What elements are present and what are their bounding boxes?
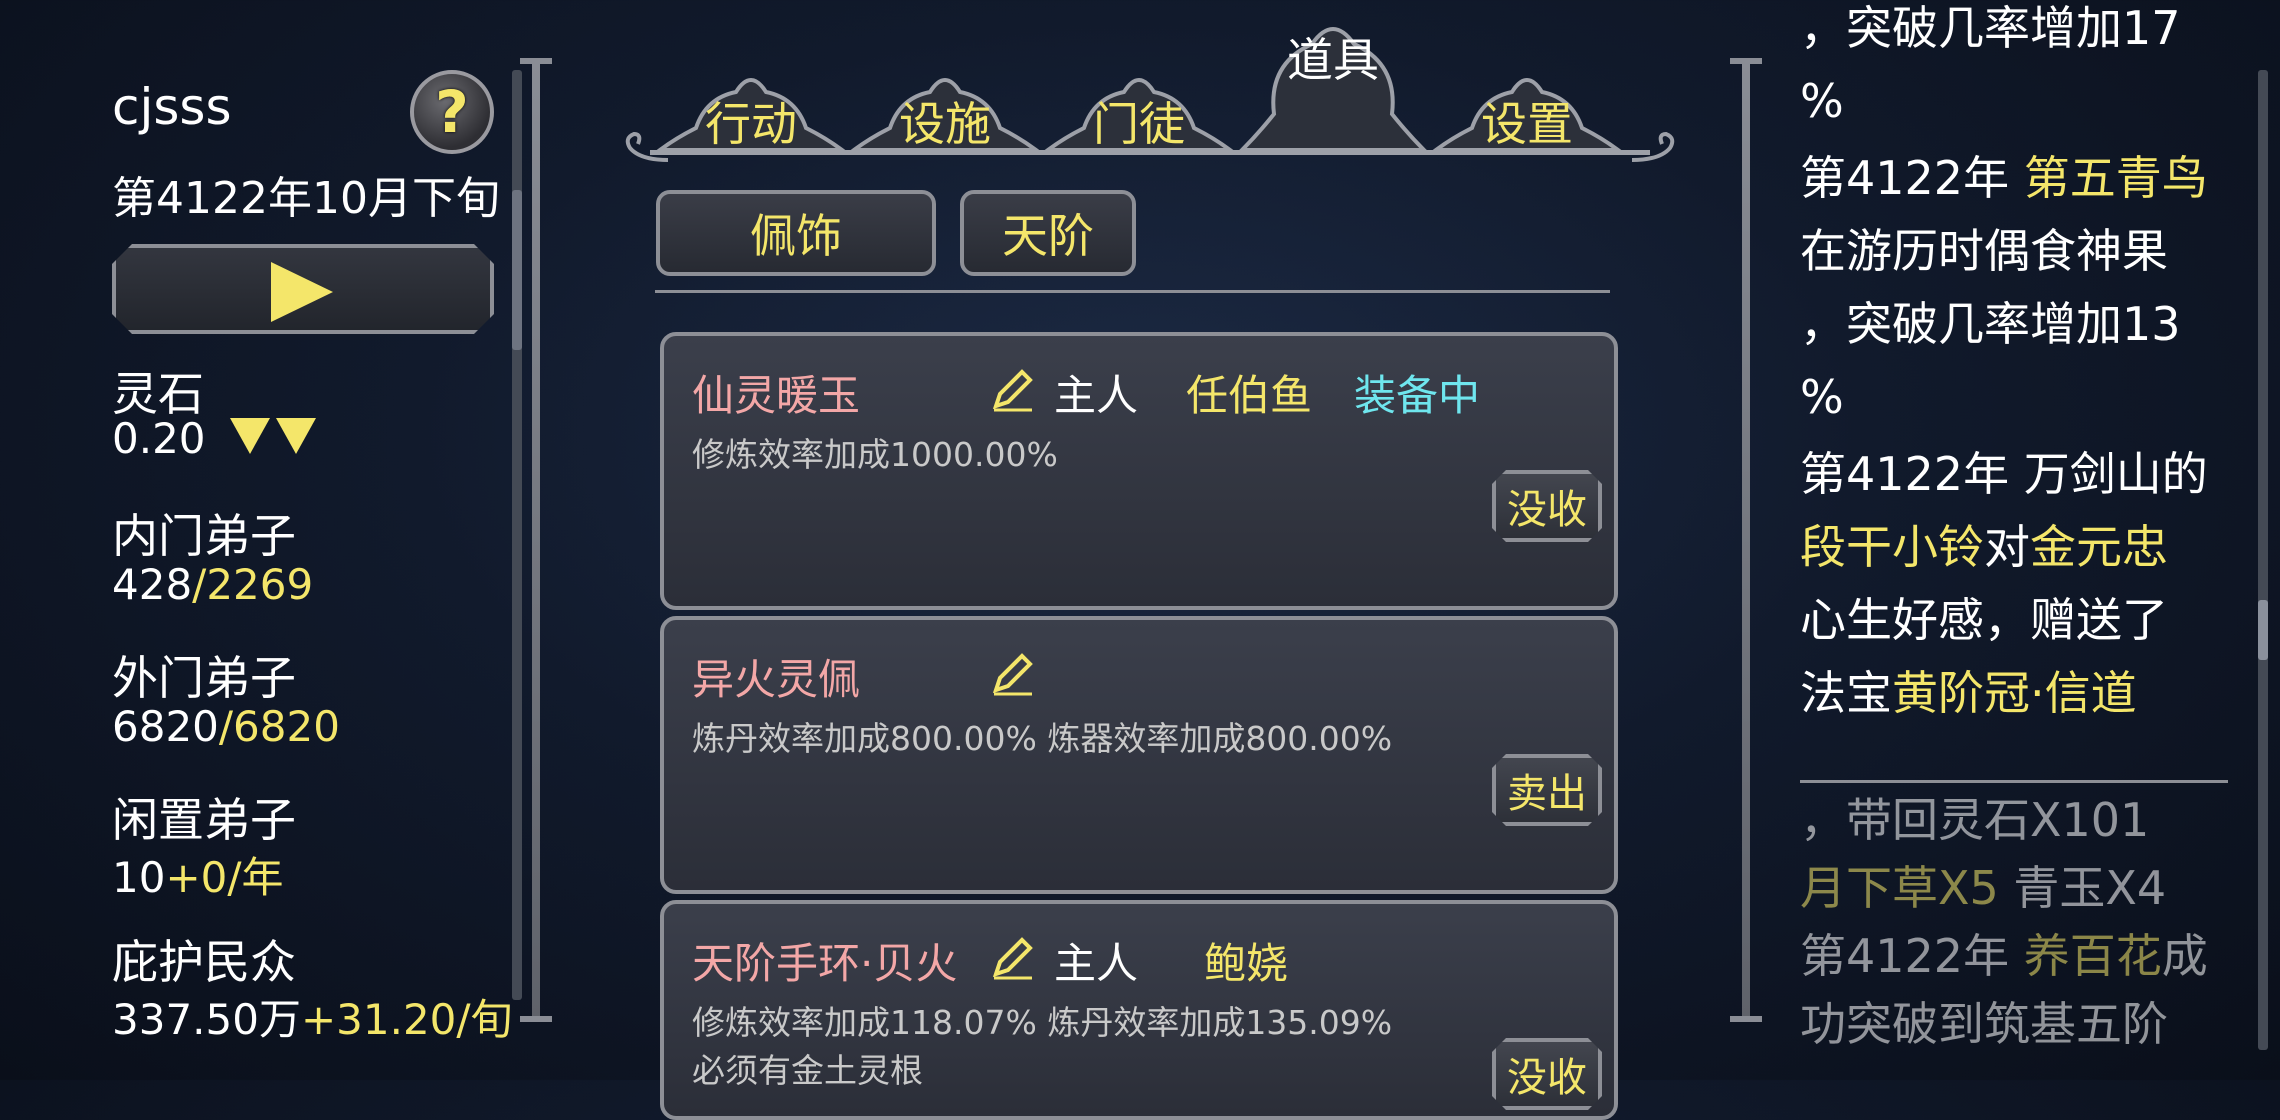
confiscate-button[interactable]: 没收	[1492, 1038, 1602, 1110]
right-divider-cap	[1730, 58, 1762, 64]
edit-icon[interactable]	[990, 366, 1036, 412]
equip-status: 装备中	[1354, 371, 1481, 420]
log-divider	[1800, 780, 2228, 783]
inner-disciples-value: 428/2269	[112, 560, 314, 609]
log-line: 第4122年 万剑山的	[1800, 447, 2208, 501]
right-divider	[1742, 62, 1750, 1020]
confiscate-button[interactable]: 没收	[1492, 470, 1602, 542]
item-effect: 炼丹效率加成800.00% 炼器效率加成800.00%	[692, 719, 1393, 758]
owner-name: 鲍娆	[1204, 939, 1289, 988]
subtab-heaven-rank[interactable]: 天阶	[960, 190, 1136, 276]
protected-people-label: 庇护民众	[112, 935, 296, 989]
advance-time-button[interactable]	[112, 244, 494, 334]
question-icon: ?	[435, 78, 469, 146]
event-log: ，突破几率增加17 % 第4122年 第五青鸟 在游历时偶食神果 ，突破几率增加…	[1800, 0, 2240, 730]
log-scrollbar[interactable]	[2258, 70, 2268, 1050]
decreasing-icon	[230, 418, 316, 454]
log-line: 功突破到筑基五阶	[1800, 997, 2168, 1051]
item-requirement: 必须有金土灵根	[692, 1051, 923, 1090]
protected-people-value: 337.50万+31.20/旬	[112, 995, 513, 1044]
log-line: 心生好感，赠送了	[1800, 593, 2168, 647]
sell-button[interactable]: 卖出	[1492, 754, 1602, 826]
log-line: 第4122年 第五青鸟	[1800, 151, 2208, 205]
subtab-divider	[655, 290, 1610, 293]
item-name: 天阶手环·贝火	[692, 939, 958, 988]
log-line: 段干小铃对金元忠	[1800, 520, 2168, 574]
game-date: 第4122年10月下旬	[112, 173, 500, 224]
item-card: 异火灵佩 炼丹效率加成800.00% 炼器效率加成800.00% 卖出	[660, 616, 1618, 894]
item-effect: 修炼效率加成1000.00%	[692, 435, 1058, 474]
inner-disciples-label: 内门弟子	[112, 509, 296, 563]
status-panel: cjsss ? 第4122年10月下旬 灵石 0.20 内门弟子 428/226…	[0, 0, 540, 1080]
log-line: 在游历时偶食神果	[1800, 224, 2168, 278]
log-line: 月下草X5 青玉X4	[1800, 861, 2167, 915]
item-name: 异火灵佩	[692, 655, 861, 704]
right-divider-cap	[1730, 1016, 1762, 1022]
tab-settings[interactable]: 设置	[1432, 58, 1622, 151]
tab-actions[interactable]: 行动	[656, 58, 846, 151]
item-card: 仙灵暖玉 主人 任伯鱼 装备中 修炼效率加成1000.00% 没收	[660, 332, 1618, 610]
owner-label: 主人	[1054, 371, 1139, 420]
item-card: 天阶手环·贝火 主人 鲍娆 修炼效率加成118.07% 炼丹效率加成135.09…	[660, 900, 1618, 1120]
log-line: 法宝黄阶冠·信道	[1800, 666, 2137, 720]
log-line: ，突破几率增加13	[1800, 297, 2181, 351]
tab-bar-baseline	[650, 150, 1650, 155]
log-line: %	[1800, 74, 1844, 128]
edit-icon[interactable]	[990, 650, 1036, 696]
owner-name: 任伯鱼	[1186, 371, 1313, 420]
owner-label: 主人	[1054, 939, 1139, 988]
left-divider-cap	[520, 58, 552, 64]
help-button[interactable]: ?	[410, 70, 494, 154]
log-line: ，突破几率增加17	[1800, 1, 2181, 55]
left-divider	[532, 62, 540, 1020]
log-line: ，带回灵石X101	[1800, 793, 2150, 847]
tab-bar-ornament-right	[1631, 131, 1675, 162]
play-icon	[271, 262, 333, 322]
edit-icon[interactable]	[990, 934, 1036, 980]
log-scrollbar-thumb[interactable]	[2258, 600, 2268, 660]
log-line: %	[1800, 370, 1844, 424]
spirit-stone-value: 0.20	[112, 414, 206, 463]
idle-disciples-value: 10+0/年	[112, 853, 284, 902]
subtab-accessories[interactable]: 佩饰	[656, 190, 936, 276]
log-line: 第4122年 养百花成	[1800, 929, 2208, 983]
outer-disciples-value: 6820/6820	[112, 702, 340, 751]
idle-disciples-label: 闲置弟子	[112, 793, 296, 847]
left-divider-cap	[520, 1016, 552, 1022]
player-name: cjsss	[112, 78, 232, 136]
left-scrollbar-thumb[interactable]	[512, 190, 522, 350]
event-log-older: ，带回灵石X101 月下草X5 青玉X4 第4122年 养百花成 功突破到筑基五…	[1800, 786, 2240, 1058]
item-name: 仙灵暖玉	[692, 371, 861, 420]
tab-items[interactable]: 道具	[1238, 14, 1428, 150]
outer-disciples-label: 外门弟子	[112, 651, 296, 705]
tab-facilities[interactable]: 设施	[850, 58, 1040, 151]
item-effect: 修炼效率加成118.07% 炼丹效率加成135.09%	[692, 1003, 1393, 1042]
tab-disciples[interactable]: 门徒	[1044, 58, 1234, 151]
